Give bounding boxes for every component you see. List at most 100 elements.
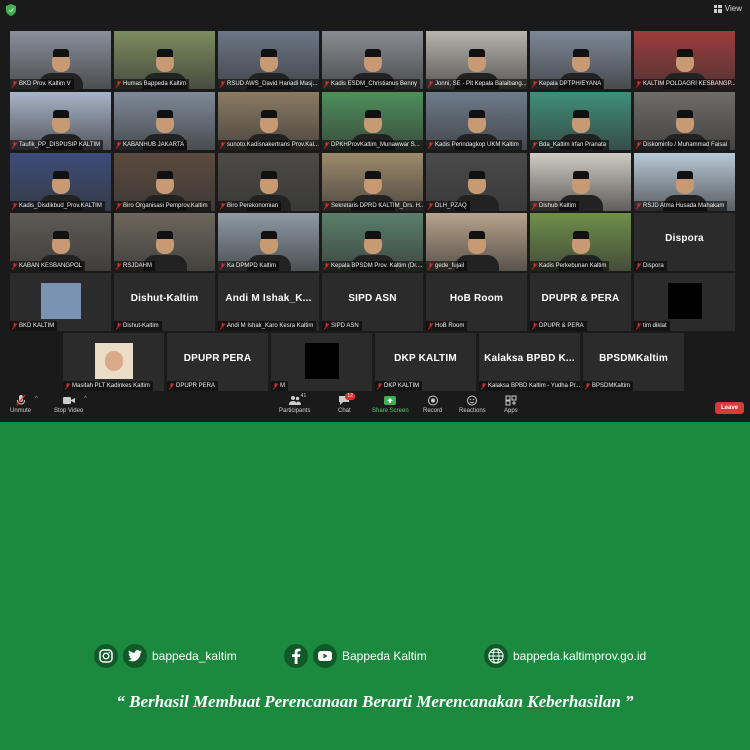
participant-name-label: Kadis ESDM_Christianus Benny — [322, 79, 421, 89]
participant-name: Masitah PLT Kadinkes Kaltim — [72, 383, 150, 389]
participant-tile[interactable]: Kadis_Disdikbud_Prov.KALTIM — [10, 153, 111, 211]
muted-mic-icon — [481, 382, 486, 390]
participant-name: Kadis ESDM_Christianus Benny — [331, 81, 418, 87]
participant-tile[interactable]: KABANHUB JAKARTA — [114, 92, 215, 150]
participant-name: RSJD Atma Husada Mahakam — [643, 203, 725, 209]
participant-tile[interactable]: Dishut-Kaltim Dishut-Kaltim — [114, 273, 215, 331]
participant-name: DPUPR PERA — [176, 383, 216, 389]
participant-name: gede_fujail — [435, 263, 465, 269]
participant-tile[interactable]: DPUPR PERA DPUPR PERA — [167, 333, 268, 391]
shield-icon[interactable] — [6, 4, 16, 16]
participant-name: tim diklat — [643, 323, 667, 329]
participant-name-label: Dishut-Kaltim — [114, 321, 162, 331]
participant-name-label: KALTIM POLDAGRI KESBANGP... — [634, 79, 735, 89]
participant-tile[interactable]: Sekretaris DPRD KALTIM_Drs. H... — [322, 153, 423, 211]
participant-name: Andi M Ishak_Karo Kesra Kaltim — [227, 323, 314, 329]
participant-name: KABANHUB JAKARTA — [123, 142, 185, 148]
participant-display-name: Dispora — [665, 233, 704, 244]
muted-mic-icon — [636, 141, 641, 149]
participant-name: Biro Perekonomian — [227, 203, 279, 209]
participant-name: Ka DPMPD Kaltim — [227, 263, 277, 269]
participant-name-label: gede_fujail — [426, 261, 468, 271]
participant-name: KALTIM POLDAGRI KESBANGP... — [643, 81, 735, 87]
participant-tile[interactable]: BPSDMKaltim BPSDMKaltim — [583, 333, 684, 391]
facebook-youtube-link[interactable]: Bappeda Kaltim — [284, 644, 427, 668]
record-button[interactable]: Record — [423, 395, 442, 414]
muted-mic-icon — [377, 382, 382, 390]
unmute-button[interactable]: Unmute — [10, 395, 31, 414]
participant-tile[interactable]: Diskominfo / Muhammad Faisal — [634, 92, 735, 150]
participant-tile[interactable]: Kepala BPSDM Prov. Kaltim (Dr.... — [322, 213, 423, 271]
website-link[interactable]: bappeda.kaltimprov.go.id — [484, 644, 646, 668]
participant-tile[interactable]: RSUD AWS_David Hariadi Masj... — [218, 31, 319, 89]
participant-name: Sekretaris DPRD KALTIM_Drs. H... — [331, 203, 423, 209]
participant-name-label: Humas Bappeda Kaltim — [114, 79, 190, 89]
muted-mic-icon — [220, 141, 225, 149]
participant-tile[interactable]: Andi M Ishak_K... Andi M Ishak_Karo Kesra… — [218, 273, 319, 331]
reactions-button[interactable]: Reactions — [459, 395, 486, 414]
instagram-twitter-handle[interactable]: bappeda_kaltim — [94, 644, 237, 668]
muted-mic-icon — [428, 80, 433, 88]
participant-tile[interactable]: Kalaksa BPBD K... Kalaksa BPBD Kaltim - Y… — [479, 333, 580, 391]
share-screen-button[interactable]: Share Screen — [372, 395, 409, 414]
facebook-icon — [284, 644, 308, 668]
globe-icon — [484, 644, 508, 668]
participant-tile[interactable]: Biro Organisasi Pemprov.Kaltim — [114, 153, 215, 211]
participant-tile[interactable]: Masitah PLT Kadinkes Kaltim — [63, 333, 164, 391]
participant-tile[interactable]: Taufik_PP_DISPUSIP KALTIM — [10, 92, 111, 150]
muted-mic-icon — [324, 141, 329, 149]
instagram-icon — [94, 644, 118, 668]
participant-tile[interactable]: BKD Prov. Kaltim V — [10, 31, 111, 89]
participant-tile[interactable]: DKP KALTIM DKP KALTIM — [375, 333, 476, 391]
participant-tile[interactable]: Kadis Perindagkop UKM Kaltim — [426, 92, 527, 150]
zoom-topbar: View — [0, 0, 750, 20]
participant-name-label: Ka DPMPD Kaltim — [218, 261, 280, 271]
participant-display-name: Kalaksa BPBD K... — [484, 353, 575, 364]
stop-video-label: Stop Video — [54, 408, 84, 414]
participant-name: BKD Prov. Kaltim V — [19, 81, 71, 87]
participant-tile[interactable]: HoB Room HoB Room — [426, 273, 527, 331]
participant-tile[interactable]: BKD KALTIM — [10, 273, 111, 331]
participant-tile[interactable]: RSJDAHM — [114, 213, 215, 271]
participant-tile[interactable]: gede_fujail — [426, 213, 527, 271]
chat-button[interactable]: 12 Chat — [338, 393, 355, 414]
participant-tile[interactable]: RSJD Atma Husada Mahakam — [634, 153, 735, 211]
participant-name-label: Kepala BPSDM Prov. Kaltim (Dr.... — [322, 261, 423, 271]
apps-button[interactable]: Apps — [504, 395, 518, 414]
participant-tile[interactable]: Jonni, SE - Plt Kepala Balaibang... — [426, 31, 527, 89]
participant-tile[interactable]: M — [271, 333, 372, 391]
view-button[interactable]: View — [713, 4, 742, 13]
participant-tile[interactable]: Kadis ESDM_Christianus Benny — [322, 31, 423, 89]
participant-tile[interactable]: Kadis Perkebunan Kaltim — [530, 213, 631, 271]
participant-name: M — [280, 383, 285, 389]
participant-tile[interactable]: DPKHProvKaltim_Munawwar S... — [322, 92, 423, 150]
participant-tile[interactable]: Ka DPMPD Kaltim — [218, 213, 319, 271]
participants-button[interactable]: 41 Participants — [279, 393, 310, 414]
participant-tile[interactable]: tim diklat — [634, 273, 735, 331]
participant-tile[interactable]: DPUPR & PERA DPUPR & PERA — [530, 273, 631, 331]
participant-tile[interactable]: Kepala DPTPH/EYANA — [530, 31, 631, 89]
participant-tile[interactable]: KABAN KESBANGPOL — [10, 213, 111, 271]
apps-label: Apps — [504, 408, 518, 414]
participant-tile[interactable]: SIPD ASN SIPD ASN — [322, 273, 423, 331]
participant-tile[interactable]: Dispora Dispora — [634, 213, 735, 271]
audio-options-caret-icon[interactable]: ^ — [35, 396, 38, 402]
participant-tile[interactable]: sunoto.Kadisnakertrans Prov.Kal... — [218, 92, 319, 150]
participant-tile[interactable]: Humas Bappeda Kaltim — [114, 31, 215, 89]
muted-mic-icon — [12, 262, 17, 270]
video-options-caret-icon[interactable]: ^ — [84, 396, 87, 402]
participant-name-label: Taufik_PP_DISPUSIP KALTIM — [10, 140, 104, 150]
stop-video-button[interactable]: Stop Video — [54, 395, 83, 414]
leave-button[interactable]: Leave — [714, 402, 744, 414]
smile-icon — [467, 395, 478, 406]
muted-mic-icon — [532, 141, 537, 149]
participant-tile[interactable]: DLH_PZAQ — [426, 153, 527, 211]
muted-mic-icon — [324, 80, 329, 88]
participant-name: DPKHProvKaltim_Munawwar S... — [331, 142, 420, 148]
muted-mic-icon — [636, 262, 641, 270]
participant-tile[interactable]: Biro Perekonomian — [218, 153, 319, 211]
participant-tile[interactable]: KALTIM POLDAGRI KESBANGP... — [634, 31, 735, 89]
participant-tile[interactable]: Dishub Kaltim — [530, 153, 631, 211]
participant-display-name: SIPD ASN — [348, 293, 397, 304]
participant-tile[interactable]: Bda_Kaltim Irfan Pranata — [530, 92, 631, 150]
